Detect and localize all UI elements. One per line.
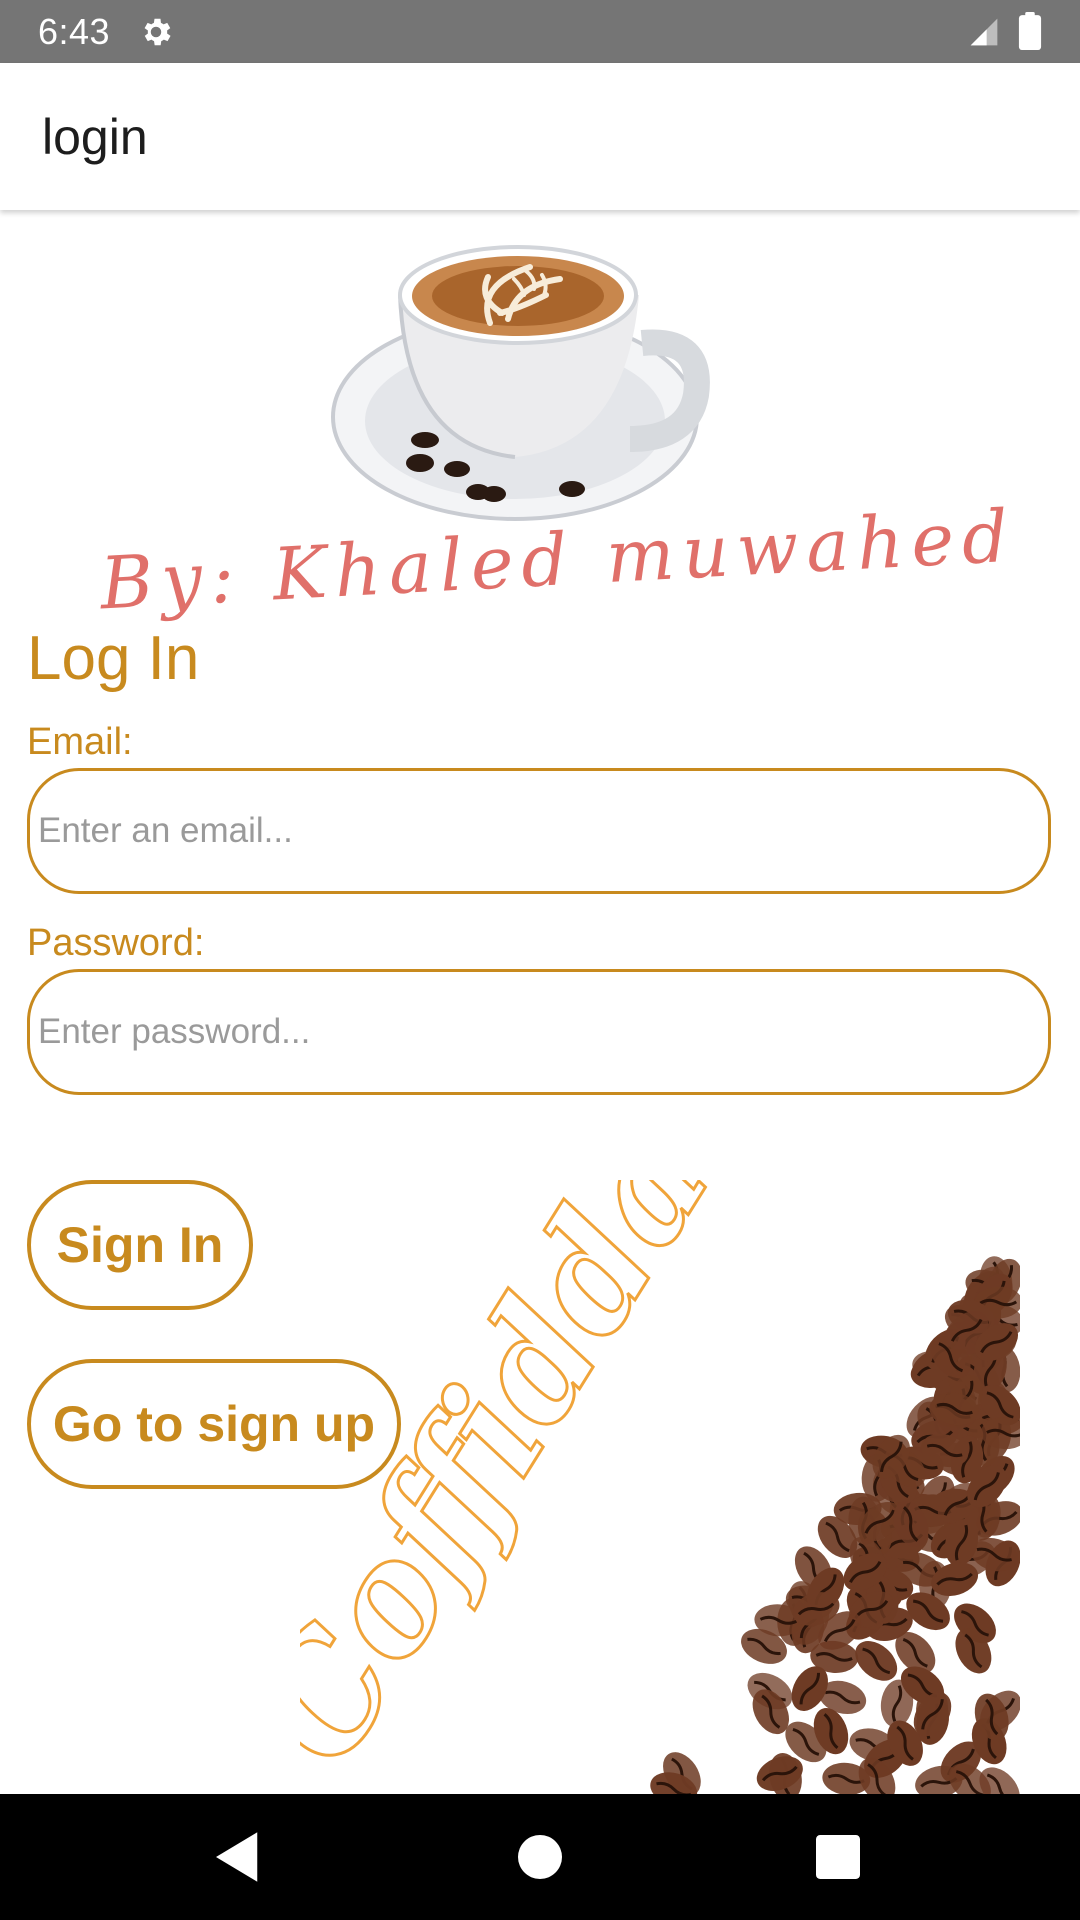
email-label: Email: (27, 721, 133, 763)
sign-in-button[interactable]: Sign In (27, 1180, 253, 1310)
navigation-bar (0, 1794, 1080, 1920)
wordmark-text: Coffidda (300, 1180, 744, 1793)
battery-icon (1018, 12, 1042, 50)
go-to-sign-up-button[interactable]: Go to sign up (27, 1359, 401, 1489)
app-bar-title: login (42, 109, 148, 165)
signal-icon (970, 18, 998, 46)
coffee-cup-icon (331, 245, 710, 521)
status-time: 6:43 (38, 11, 111, 52)
back-icon[interactable] (205, 1824, 271, 1890)
gear-icon (144, 18, 171, 46)
email-field[interactable] (27, 768, 1051, 894)
coffee-beans-icon (650, 1256, 1020, 1794)
coffee-cup-logo: By: Khaled muwahed (96, 245, 1018, 625)
password-field[interactable] (27, 969, 1051, 1095)
recents-icon[interactable] (805, 1824, 871, 1890)
coffee-beans-decor: Coffidda (300, 1180, 1020, 1794)
page-title: Log In (27, 624, 200, 693)
login-screen: 6:43 login By: Khaled muwahed Log In Ema… (0, 0, 1080, 1920)
status-bar: 6:43 (0, 0, 1080, 63)
app-bar: login (0, 63, 1080, 210)
password-label: Password: (27, 922, 205, 964)
home-icon[interactable] (507, 1824, 573, 1890)
